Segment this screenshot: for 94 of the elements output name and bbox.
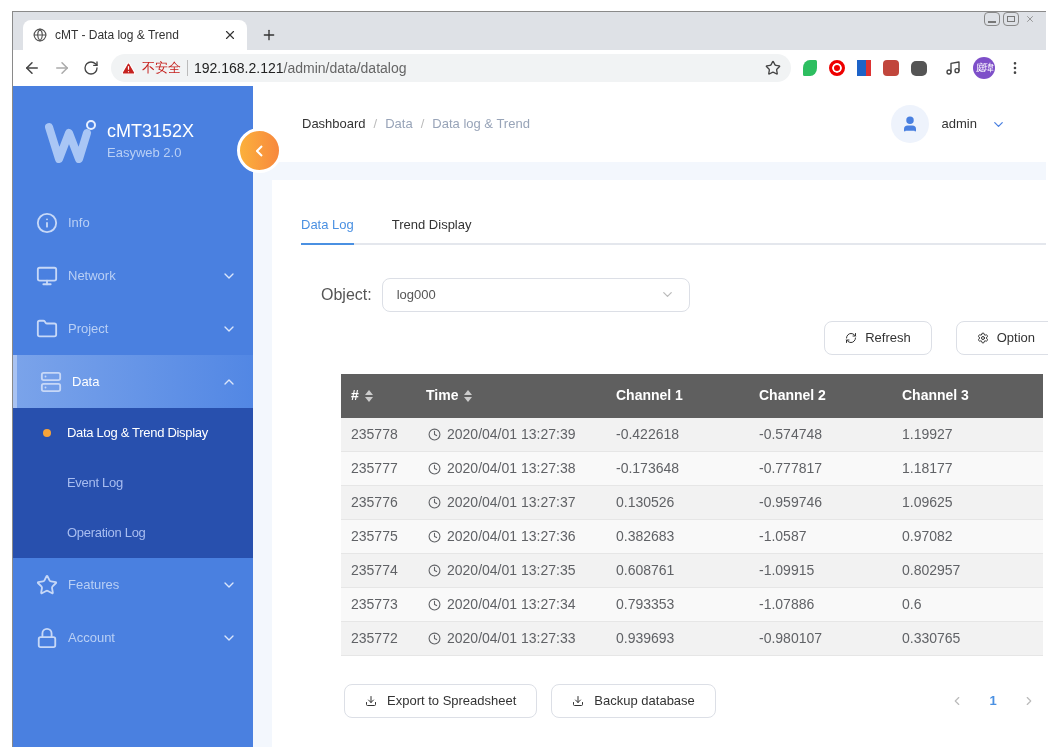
forward-icon[interactable] [53,59,71,77]
download-icon [572,694,585,707]
table-cell-text: 0.97082 [901,526,954,546]
clock-icon [428,631,441,645]
download-icon [365,694,377,707]
footer-button[interactable]: Backup database [551,683,716,718]
clock-icon [428,597,441,611]
table-cell-text: -0.777817 [758,458,824,478]
table-cell-text: -1.0587 [758,526,808,546]
table-cell-text: 0.802957 [901,560,962,580]
table-cell: 2020/04/01 13:27:36 [416,525,604,547]
column-header[interactable]: Time [416,385,604,406]
table-cell: 2020/04/01 13:27:33 [416,627,604,649]
minimize-button[interactable] [984,12,1000,26]
table-cell-text: 0.608761 [615,560,676,580]
action-button[interactable]: Option [955,320,1048,355]
table-cell-text: -0.574748 [758,424,824,444]
globe-icon [33,28,47,42]
table-cell-text: 235774 [350,560,399,580]
table-cell-text: 1.09625 [901,492,954,512]
profile-avatar[interactable]: 庭瑋 [973,57,995,79]
table-cell-text: 0.130526 [615,492,676,512]
table-cell-text: 0.6 [901,594,923,614]
monitor-icon [36,264,58,287]
playlist-icon[interactable] [945,60,961,76]
bookmark-star-icon[interactable] [765,60,781,76]
table-cell-text: 235777 [350,458,399,478]
column-header[interactable]: Channel 3 [892,385,1032,406]
table-cell-text: 0.939693 [615,628,676,648]
table-cell-text: -1.09915 [758,560,816,580]
address-bar[interactable]: 不安全 192.168.2.121/admin/data/datalog [111,54,791,82]
table-cell-text: -0.173648 [615,458,681,478]
lock-icon [36,626,58,649]
back-icon[interactable] [23,59,41,77]
table-cell: 2020/04/01 13:27:39 [416,423,604,445]
page-button[interactable]: 1 [978,690,1008,711]
table-cell-text: -0.980107 [758,628,824,648]
clock-icon [428,563,441,577]
server-icon [40,370,62,393]
user-avatar[interactable] [890,105,929,143]
table-cell-text: 0.330765 [901,628,962,648]
reload-icon[interactable] [83,60,99,76]
refresh-icon [845,331,858,344]
table-cell-text: 1.18177 [901,458,954,478]
new-tab-icon[interactable] [261,27,277,43]
maximize-button[interactable] [1003,12,1019,26]
table-cell-text: 235776 [350,492,399,512]
brand-name: cMT3152X [107,120,195,143]
object-label: Object: [321,284,372,305]
submenu-item[interactable]: Event Log [13,458,253,508]
column-header[interactable]: Channel 2 [749,385,892,406]
object-select[interactable]: log000 [381,277,690,312]
chevron-left-icon [256,144,263,157]
breadcrumb-separator: / [373,115,378,134]
table-cell: 2020/04/01 13:27:35 [416,559,604,581]
folder-icon [36,317,58,340]
table-cell-text: -0.959746 [758,492,824,512]
column-header[interactable]: # [341,385,416,406]
clock-icon [428,495,441,509]
table-cell-text: -0.422618 [615,424,681,444]
clock-icon [428,461,441,475]
table-cell-text: 235778 [350,424,399,444]
table-cell: 2020/04/01 13:27:34 [416,593,604,615]
table-cell: 2020/04/01 13:27:37 [416,491,604,513]
brand-subtitle: Easyweb 2.0 [107,143,183,162]
table-cell-text: 235775 [350,526,399,546]
tab[interactable]: Trend Display [391,215,472,245]
user-name[interactable]: admin [941,114,977,134]
column-header[interactable]: Channel 1 [604,385,749,406]
settings-icon [976,331,989,344]
table-cell-text: 1.19927 [901,424,954,444]
star-icon [36,573,58,596]
browser-tab[interactable]: cMT - Data log & Trend [23,20,247,50]
table-cell-text: 0.382683 [615,526,676,546]
sort-icon [464,389,473,402]
clock-icon [428,529,441,543]
submenu-item[interactable]: Operation Log [13,508,253,558]
table-cell-text: 0.793353 [615,594,676,614]
breadcrumb-link[interactable]: Dashboard [302,114,366,134]
warning-icon [121,60,136,76]
action-button[interactable]: Refresh [824,320,932,355]
clock-icon [428,427,441,441]
close-icon[interactable] [223,28,237,42]
table-cell-text: 235773 [350,594,399,614]
tab[interactable]: Data Log [301,215,354,245]
info-icon [36,211,58,234]
breadcrumb-separator: / [420,115,425,134]
table-cell: 2020/04/01 13:27:38 [416,457,604,479]
table-cell-text: -1.07886 [758,594,816,614]
sort-icon [364,389,373,402]
submenu-item[interactable]: Data Log & Trend Display [13,408,253,458]
logo-icon [45,119,97,163]
footer-button[interactable]: Export to Spreadsheet [344,683,538,718]
table-cell-text: 235772 [350,628,399,648]
